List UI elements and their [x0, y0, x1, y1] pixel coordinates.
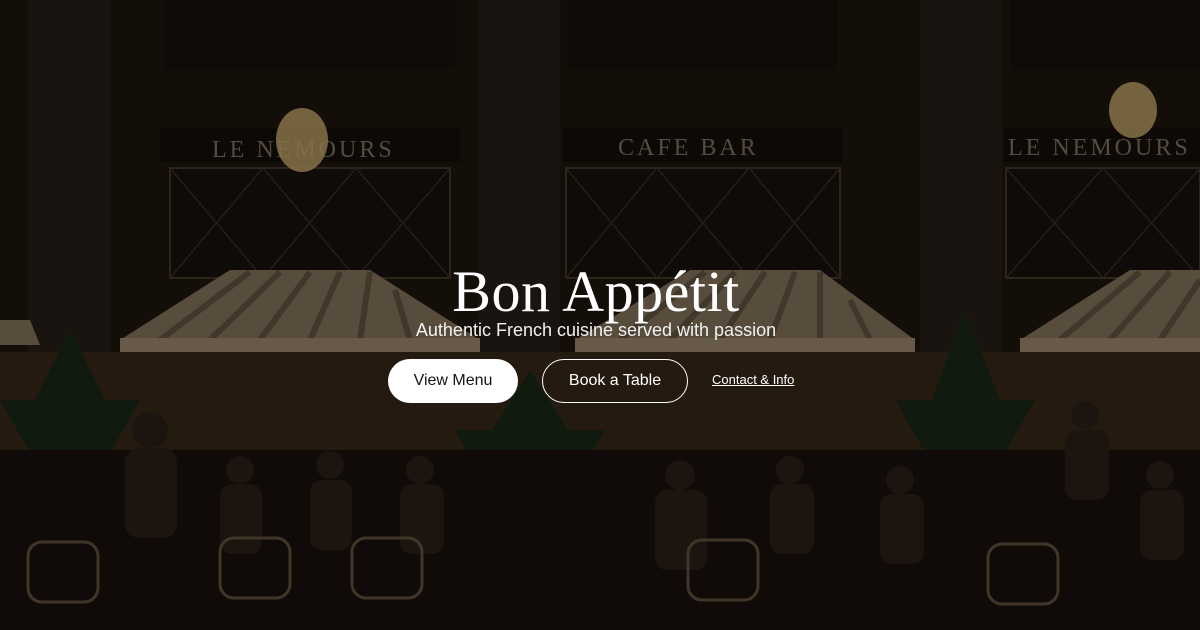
hero-subtitle: Authentic French cuisine served with pas… — [415, 320, 777, 340]
hero-section: LE NEMOURS CAFE BAR LE NEMOURS — [0, 0, 1200, 630]
hero-content: Bon Appétit Authentic French cuisine ser… — [0, 0, 1200, 630]
view-menu-button[interactable]: View Menu — [388, 359, 518, 403]
book-table-button[interactable]: Book a Table — [542, 359, 688, 403]
contact-info-link[interactable]: Contact & Info — [712, 372, 794, 387]
hero-title: Bon Appétit — [452, 258, 740, 324]
